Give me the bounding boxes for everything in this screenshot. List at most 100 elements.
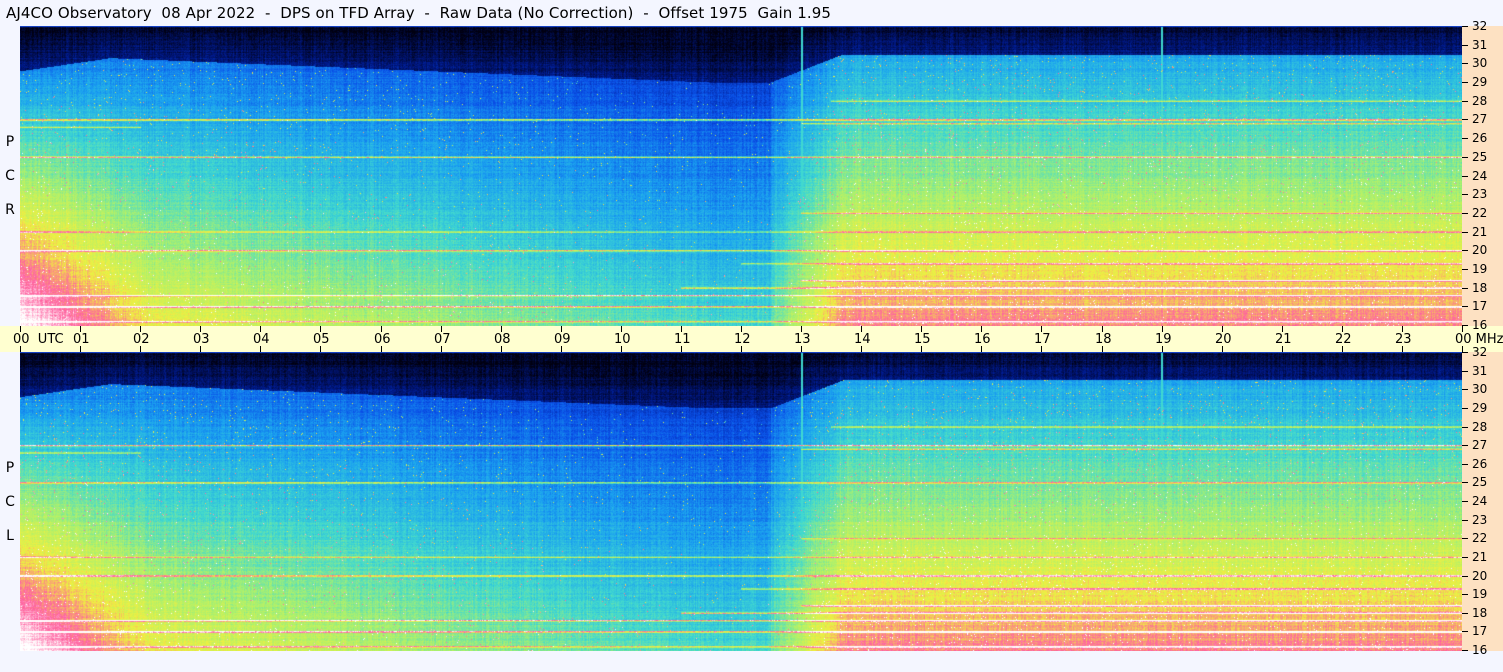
time-tick-label: 03 bbox=[193, 332, 210, 347]
frequency-tick bbox=[1462, 269, 1468, 270]
frequency-tick bbox=[1462, 138, 1468, 139]
frequency-tick-label: 26 bbox=[1472, 457, 1488, 471]
frequency-tick-label: 22 bbox=[1472, 531, 1488, 545]
time-tick-label: 05 bbox=[313, 332, 330, 347]
frequency-tick-label: 24 bbox=[1472, 169, 1488, 183]
time-tick-label: 15 bbox=[914, 332, 931, 347]
frequency-tick-label: 30 bbox=[1472, 382, 1488, 396]
frequency-tick bbox=[1462, 482, 1468, 483]
frequency-tick bbox=[1462, 288, 1468, 289]
frequency-tick-label: 23 bbox=[1472, 513, 1488, 527]
frequency-tick bbox=[1462, 250, 1468, 251]
polarization-letter: L bbox=[6, 528, 14, 544]
frequency-tick bbox=[1462, 352, 1468, 353]
frequency-tick bbox=[1462, 464, 1468, 465]
frequency-tick bbox=[1462, 520, 1468, 521]
frequency-tick bbox=[1462, 213, 1468, 214]
time-tick-label: 11 bbox=[674, 332, 691, 347]
time-tick-label: 19 bbox=[1155, 332, 1172, 347]
frequency-tick-label: 21 bbox=[1472, 225, 1488, 239]
time-tick-label: 10 bbox=[614, 332, 631, 347]
frequency-tick-label: 29 bbox=[1472, 401, 1488, 415]
lcp-frequency-axis: 16 17 18 19 20 21 22 23 24 25 26 27 28 29 30 31 32 bbox=[1462, 346, 1503, 656]
time-tick-label: 08 bbox=[494, 332, 511, 347]
frequency-tick-label: 22 bbox=[1472, 206, 1488, 220]
polarization-letter: C bbox=[5, 494, 15, 510]
frequency-tick-label: 28 bbox=[1472, 94, 1488, 108]
time-tick-label: 06 bbox=[374, 332, 391, 347]
frequency-tick-label: 18 bbox=[1472, 281, 1488, 295]
time-tick-label: 01 bbox=[73, 332, 90, 347]
frequency-tick bbox=[1462, 445, 1468, 446]
polarization-letter: P bbox=[5, 134, 15, 150]
frequency-tick bbox=[1462, 576, 1468, 577]
time-tick-label: 17 bbox=[1034, 332, 1051, 347]
frequency-tick bbox=[1462, 371, 1468, 372]
frequency-tick-label: 24 bbox=[1472, 494, 1488, 508]
frequency-tick bbox=[1462, 306, 1468, 307]
lcp-spectrogram-canvas bbox=[20, 352, 1462, 651]
frequency-tick-label: 30 bbox=[1472, 56, 1488, 70]
frequency-tick-label: 19 bbox=[1472, 262, 1488, 276]
chart-title: AJ4CO Observatory 08 Apr 2022 - DPS on T… bbox=[6, 4, 832, 22]
frequency-tick bbox=[1462, 557, 1468, 558]
frequency-tick bbox=[1462, 427, 1468, 428]
frequency-tick bbox=[1462, 194, 1468, 195]
frequency-tick-label: 16 bbox=[1472, 318, 1488, 332]
frequency-tick bbox=[1462, 119, 1468, 120]
time-tick-label: 20 bbox=[1215, 332, 1232, 347]
rcp-frequency-axis: 16 17 18 19 20 21 22 23 24 25 26 27 28 29 30 31 32 bbox=[1462, 20, 1503, 331]
time-tick-label: 21 bbox=[1275, 332, 1292, 347]
frequency-tick-label: 26 bbox=[1472, 131, 1488, 145]
frequency-tick bbox=[1462, 82, 1468, 83]
frequency-tick-label: 31 bbox=[1472, 364, 1488, 378]
time-tick-label: 16 bbox=[974, 332, 991, 347]
frequency-tick-label: 29 bbox=[1472, 75, 1488, 89]
time-tick-label: 13 bbox=[794, 332, 811, 347]
frequency-tick bbox=[1462, 157, 1468, 158]
frequency-tick bbox=[1462, 101, 1468, 102]
frequency-tick-label: 18 bbox=[1472, 606, 1488, 620]
time-tick-label: 14 bbox=[854, 332, 871, 347]
frequency-tick bbox=[1462, 631, 1468, 632]
time-tick-label: 00 UTC bbox=[13, 332, 64, 347]
frequency-tick-label: 21 bbox=[1472, 550, 1488, 564]
frequency-tick-label: 28 bbox=[1472, 420, 1488, 434]
frequency-tick-label: 16 bbox=[1472, 643, 1488, 657]
frequency-tick-label: 31 bbox=[1472, 38, 1488, 52]
time-tick-label: 04 bbox=[253, 332, 270, 347]
frequency-tick bbox=[1462, 176, 1468, 177]
lcp-spectrogram bbox=[20, 352, 1462, 651]
rcp-spectrogram bbox=[20, 26, 1462, 326]
time-tick-label: 22 bbox=[1335, 332, 1352, 347]
frequency-tick-label: 27 bbox=[1472, 112, 1488, 126]
polarization-letter: C bbox=[5, 168, 15, 184]
frequency-tick-label: 19 bbox=[1472, 587, 1488, 601]
time-tick-label: 12 bbox=[734, 332, 751, 347]
frequency-tick bbox=[1462, 63, 1468, 64]
frequency-tick-label: 27 bbox=[1472, 438, 1488, 452]
frequency-tick-label: 32 bbox=[1472, 19, 1488, 33]
frequency-tick-label: 25 bbox=[1472, 150, 1488, 164]
time-axis: 00 UTC 01 02 03 04 05 06 07 08 09 10 11 12 13 14 15 16 17… bbox=[0, 326, 1503, 352]
frequency-tick bbox=[1462, 408, 1468, 409]
frequency-tick-label: 20 bbox=[1472, 243, 1488, 257]
time-tick-label: 07 bbox=[434, 332, 451, 347]
frequency-tick bbox=[1462, 594, 1468, 595]
polarization-letter: R bbox=[5, 202, 15, 218]
frequency-tick-label: 17 bbox=[1472, 624, 1488, 638]
frequency-tick bbox=[1462, 325, 1468, 326]
frequency-tick bbox=[1462, 26, 1468, 27]
frequency-tick-label: 32 bbox=[1472, 345, 1488, 359]
frequency-tick bbox=[1462, 613, 1468, 614]
polarization-letter: P bbox=[5, 460, 15, 476]
rcp-spectrogram-canvas bbox=[20, 26, 1462, 326]
frequency-tick bbox=[1462, 501, 1468, 502]
time-tick-label: 18 bbox=[1095, 332, 1112, 347]
frequency-tick bbox=[1462, 232, 1468, 233]
frequency-tick bbox=[1462, 45, 1468, 46]
time-tick-label: 09 bbox=[554, 332, 571, 347]
frequency-tick bbox=[1462, 389, 1468, 390]
time-tick-label: 02 bbox=[133, 332, 150, 347]
frequency-tick-label: 17 bbox=[1472, 299, 1488, 313]
